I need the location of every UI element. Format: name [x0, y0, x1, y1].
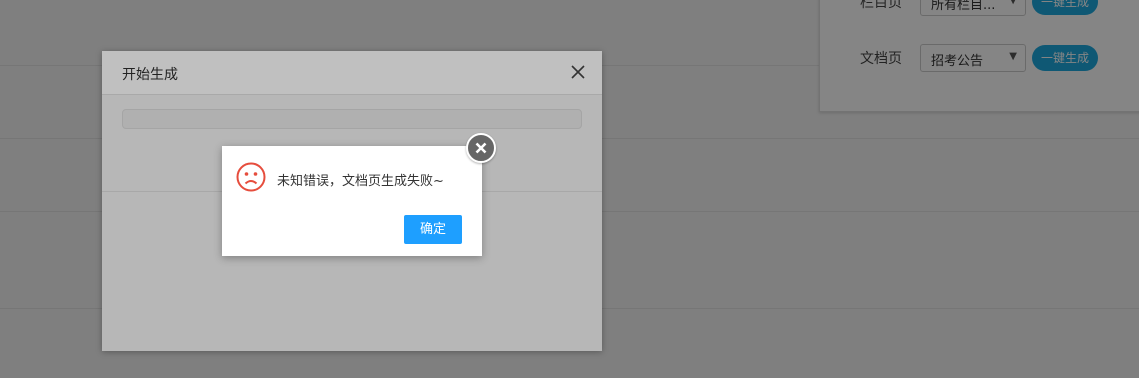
ok-button[interactable]: 确定 [404, 215, 462, 244]
dialog-header: 开始生成 [102, 51, 602, 95]
sad-face-icon [236, 162, 266, 192]
error-alert: 未知错误，文档页生成失败~ 确定 [222, 146, 482, 256]
close-circle-icon[interactable] [466, 133, 496, 163]
progress-bar [122, 109, 582, 129]
close-icon[interactable] [568, 63, 588, 83]
dialog-title: 开始生成 [122, 67, 178, 83]
alert-message: 未知错误，文档页生成失败~ [277, 174, 444, 189]
